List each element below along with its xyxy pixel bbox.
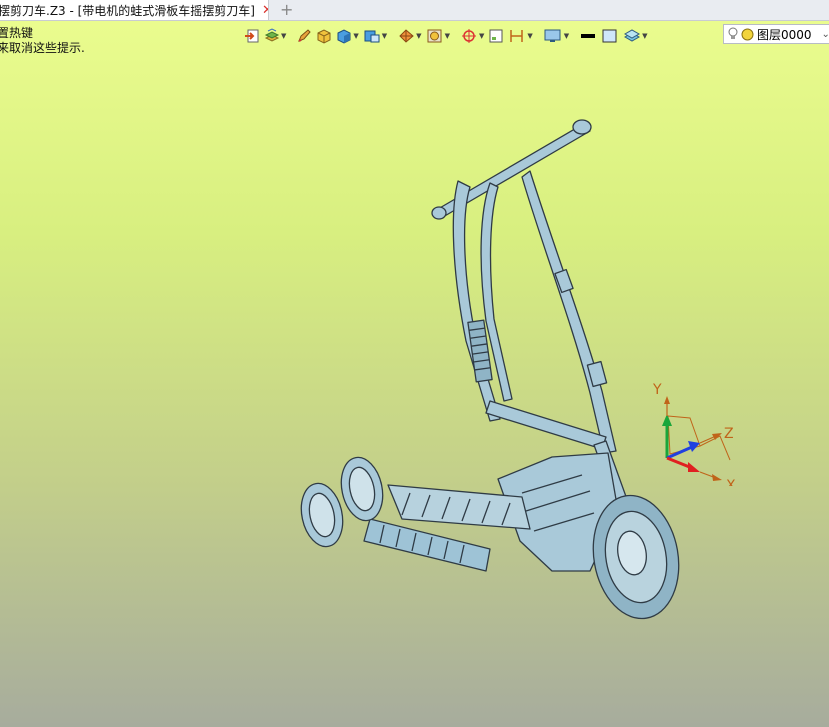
line-color-icon — [581, 34, 596, 38]
close-icon[interactable]: ✕ — [262, 4, 268, 17]
lightbulb-icon — [728, 27, 738, 39]
snap-target-dropdown[interactable]: ▼ — [459, 25, 485, 47]
view-toolbar: ▼ ▼ ▼ ▼ ▼ ▼ ▼ ▼ ▼ — [243, 25, 649, 47]
layer-select[interactable]: 图层0000 ⌄ — [723, 24, 829, 44]
document-tab-bar: 摆剪刀车.Z3 - [带电机的蛙式滑板车摇摆剪刀车] ✕ + — [0, 0, 829, 21]
z-axis-line — [666, 445, 693, 460]
scooter-model[interactable] — [290, 101, 710, 636]
dimension-icon — [510, 30, 524, 42]
document-tab[interactable]: 摆剪刀车.Z3 - [带电机的蛙式滑板车摇摆剪刀车] ✕ — [0, 0, 269, 20]
chevron-down-icon: ▼ — [478, 32, 485, 40]
layer-status-icon — [741, 28, 754, 40]
layers-dropdown[interactable]: ▼ — [263, 25, 287, 47]
frame-cross-brace — [485, 400, 607, 450]
chevron-down-icon: ▼ — [281, 32, 287, 40]
document-tab-title: 摆剪刀车.Z3 - [带电机的蛙式滑板车摇摆剪刀车] — [0, 3, 255, 18]
shaded-cube-icon — [337, 29, 351, 44]
solid-box-button[interactable] — [315, 25, 333, 47]
fill-color-icon — [602, 29, 617, 43]
x-axis-arrow — [688, 462, 700, 472]
y-axis-label: Y — [652, 382, 662, 398]
import-icon — [245, 29, 259, 43]
import-button[interactable] — [243, 25, 261, 47]
line-color-button[interactable] — [578, 25, 598, 47]
deck-lower — [363, 518, 491, 572]
z-axis-label: Z — [724, 426, 734, 442]
box-icon — [317, 29, 331, 44]
fill-color-button[interactable] — [600, 25, 620, 47]
chevron-down-icon: ▼ — [416, 32, 422, 40]
window-button[interactable] — [487, 25, 505, 47]
view-cube-icon — [364, 30, 380, 43]
handlebar-grip-right — [572, 119, 592, 135]
pen-icon — [298, 29, 312, 42]
chevron-down-icon: ⌄ — [822, 29, 829, 40]
handlebar-grip-left — [431, 206, 447, 220]
frame-tube-right — [521, 170, 617, 454]
render-icon — [399, 29, 414, 43]
coordinate-triad: Y Z X — [652, 382, 736, 486]
dimension-dropdown[interactable]: ▼ — [507, 25, 533, 47]
layer-manager-dropdown[interactable]: ▼ — [622, 25, 648, 47]
chevron-down-icon: ▼ — [527, 32, 533, 40]
new-tab-icon[interactable]: + — [280, 0, 293, 20]
chevron-down-icon: ▼ — [353, 32, 359, 40]
window-icon — [489, 29, 503, 43]
target-icon — [461, 29, 476, 43]
3d-viewport[interactable]: 置热键 来取消这些提示. ▼ ▼ ▼ ▼ ▼ ▼ ▼ ▼ ▼ 图层0000 Y … — [0, 21, 829, 727]
display-settings-dropdown[interactable]: ▼ — [542, 25, 570, 47]
sketch-button[interactable] — [295, 25, 313, 47]
chevron-down-icon: ▼ — [444, 32, 450, 40]
layers-icon — [264, 28, 280, 42]
x-axis-label: X — [726, 478, 736, 486]
chevron-down-icon: ▼ — [642, 32, 648, 40]
hotkey-hint-line-2: 来取消这些提示. — [0, 41, 85, 55]
display-frame-dropdown[interactable]: ▼ — [425, 25, 451, 47]
frame-icon — [427, 29, 442, 43]
chevron-down-icon: ▼ — [381, 32, 388, 40]
shaded-view-dropdown[interactable]: ▼ — [335, 25, 359, 47]
layer-select-value: 图层0000 — [757, 27, 812, 42]
chevron-down-icon: ▼ — [563, 32, 570, 40]
render-mode-dropdown[interactable]: ▼ — [396, 25, 422, 47]
view-cube-dropdown[interactable]: ▼ — [362, 25, 388, 47]
hotkey-hint-line-1: 置热键 — [0, 26, 34, 40]
layer-stack-icon — [624, 29, 641, 42]
display-icon — [544, 29, 561, 42]
